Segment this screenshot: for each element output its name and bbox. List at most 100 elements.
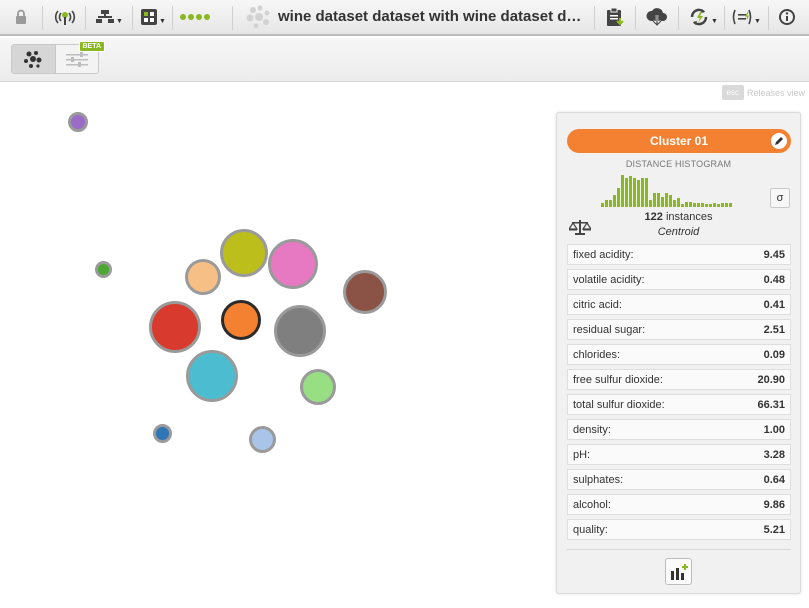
progress-dots (180, 14, 210, 20)
progress-indicator (178, 4, 212, 30)
histogram-bar (617, 188, 620, 207)
feature-row[interactable]: free sulfur dioxide: 20.90 (567, 369, 791, 390)
histogram-bar (653, 193, 656, 207)
toolbar-separator (594, 6, 595, 30)
cluster-circle[interactable] (186, 350, 238, 402)
feature-value: 0.41 (763, 298, 785, 311)
feature-value: 9.45 (763, 248, 785, 261)
histogram-bar (633, 178, 636, 207)
cluster-detail-panel: Cluster 01 DISTANCE HISTOGRAM σ 122 inst… (556, 112, 801, 594)
histogram-bar (657, 193, 660, 207)
histogram-bar (697, 203, 700, 207)
chevron-down-icon: ▼ (116, 17, 123, 25)
feature-row[interactable]: total sulfur dioxide: 66.31 (567, 394, 791, 415)
feature-value: 1.00 (763, 423, 785, 436)
feature-name: alcohol: (573, 498, 611, 511)
lock-button[interactable] (10, 4, 32, 30)
cluster-circle[interactable] (152, 423, 172, 443)
histogram-bar (645, 178, 648, 207)
cluster-canvas[interactable] (0, 83, 550, 608)
cluster-circle[interactable] (94, 260, 112, 278)
model-tree-icon (96, 10, 115, 23)
cluster-view-app: ▼ ▼ wine dataset dataset with wine datas… (0, 0, 809, 608)
feature-name: sulphates: (573, 473, 624, 486)
export-button[interactable] (603, 4, 627, 30)
edit-name-button[interactable] (771, 133, 787, 149)
cluster-circle[interactable] (68, 112, 88, 132)
histogram-bar (685, 202, 688, 207)
lock-icon (16, 9, 26, 24)
formula-icon (732, 9, 752, 25)
feature-value: 0.09 (763, 348, 785, 361)
feature-row[interactable]: fixed acidity: 9.45 (567, 244, 791, 265)
model-menu-button[interactable]: ▼ (93, 4, 125, 30)
histogram-bar (621, 175, 624, 207)
centroid-feature-list: fixed acidity: 9.45 volatile acidity: 0.48 c… (567, 244, 791, 544)
instances-label: instances (665, 211, 713, 223)
distance-histogram (601, 173, 756, 207)
feature-value: 5.21 (763, 523, 785, 536)
feature-row[interactable]: citric acid: 0.41 (567, 294, 791, 315)
histogram-bar (665, 193, 668, 207)
cluster-circle[interactable] (343, 270, 387, 314)
histogram-bar (641, 178, 644, 207)
cluster-circle[interactable] (274, 305, 326, 357)
histogram-bar (661, 197, 664, 207)
cluster-circle[interactable] (268, 239, 318, 289)
view-toggle: BETA (11, 41, 106, 74)
cluster-view-button[interactable] (12, 45, 56, 73)
histogram-bar (613, 195, 616, 207)
feature-row[interactable]: pH: 3.28 (567, 444, 791, 465)
sliders-view-button[interactable]: BETA (56, 41, 106, 73)
releases-view-hint[interactable]: esc Releases view (721, 85, 805, 100)
cluster-circle[interactable] (248, 425, 276, 453)
instances-number: 122 (644, 211, 663, 223)
chevron-down-icon: ▼ (159, 17, 166, 25)
refresh-bolt-icon (690, 8, 708, 26)
cluster-circle[interactable] (300, 369, 336, 405)
histogram-bar (677, 198, 680, 207)
feature-row[interactable]: alcohol: 9.86 (567, 494, 791, 515)
toolbar-separator (635, 6, 636, 30)
feature-row[interactable]: quality: 5.21 (567, 519, 791, 540)
releases-view-label: Releases view (746, 87, 805, 98)
cluster-logo-icon (246, 5, 270, 29)
bar-chart-plus-icon (670, 563, 688, 580)
centroid-label: Centroid (657, 226, 700, 238)
view-subbar: BETA (0, 38, 809, 82)
histogram-bar (649, 200, 652, 207)
top-toolbar: ▼ ▼ wine dataset dataset with wine datas… (0, 0, 809, 36)
clipboard-download-icon (607, 7, 624, 26)
feature-row[interactable]: chlorides: 0.09 (567, 344, 791, 365)
add-chart-button[interactable] (665, 558, 692, 585)
feature-name: citric acid: (573, 298, 622, 311)
info-icon (779, 9, 795, 25)
cluster-circle[interactable] (149, 301, 201, 353)
histogram-bar (713, 203, 716, 207)
cluster-circle[interactable] (221, 300, 261, 340)
feature-name: volatile acidity: (573, 273, 645, 286)
feature-row[interactable]: volatile acidity: 0.48 (567, 269, 791, 290)
histogram-bar (605, 200, 608, 207)
panel-divider (567, 549, 791, 550)
histogram-bar (717, 204, 720, 207)
cluster-circle[interactable] (185, 259, 221, 295)
share-button[interactable] (52, 4, 78, 30)
retrain-menu-button[interactable]: ▼ (686, 4, 720, 30)
info-button[interactable] (776, 4, 798, 30)
batch-menu-button[interactable]: ▼ (138, 4, 168, 30)
antenna-icon (54, 10, 76, 25)
toolbar-separator (232, 6, 233, 30)
cluster-circle[interactable] (220, 229, 268, 277)
page-title: wine dataset dataset with wine dataset d… (278, 8, 584, 25)
chevron-down-icon: ▼ (754, 17, 761, 25)
feature-row[interactable]: sulphates: 0.64 (567, 469, 791, 490)
feature-row[interactable]: density: 1.00 (567, 419, 791, 440)
cluster-logo (243, 4, 275, 30)
sigma-button[interactable]: σ (770, 188, 790, 208)
sliders-icon (65, 52, 88, 67)
toolbar-separator (678, 6, 679, 30)
feature-row[interactable]: residual sugar: 2.51 (567, 319, 791, 340)
formula-menu-button[interactable]: ▼ (729, 4, 763, 30)
download-button[interactable] (644, 4, 670, 30)
